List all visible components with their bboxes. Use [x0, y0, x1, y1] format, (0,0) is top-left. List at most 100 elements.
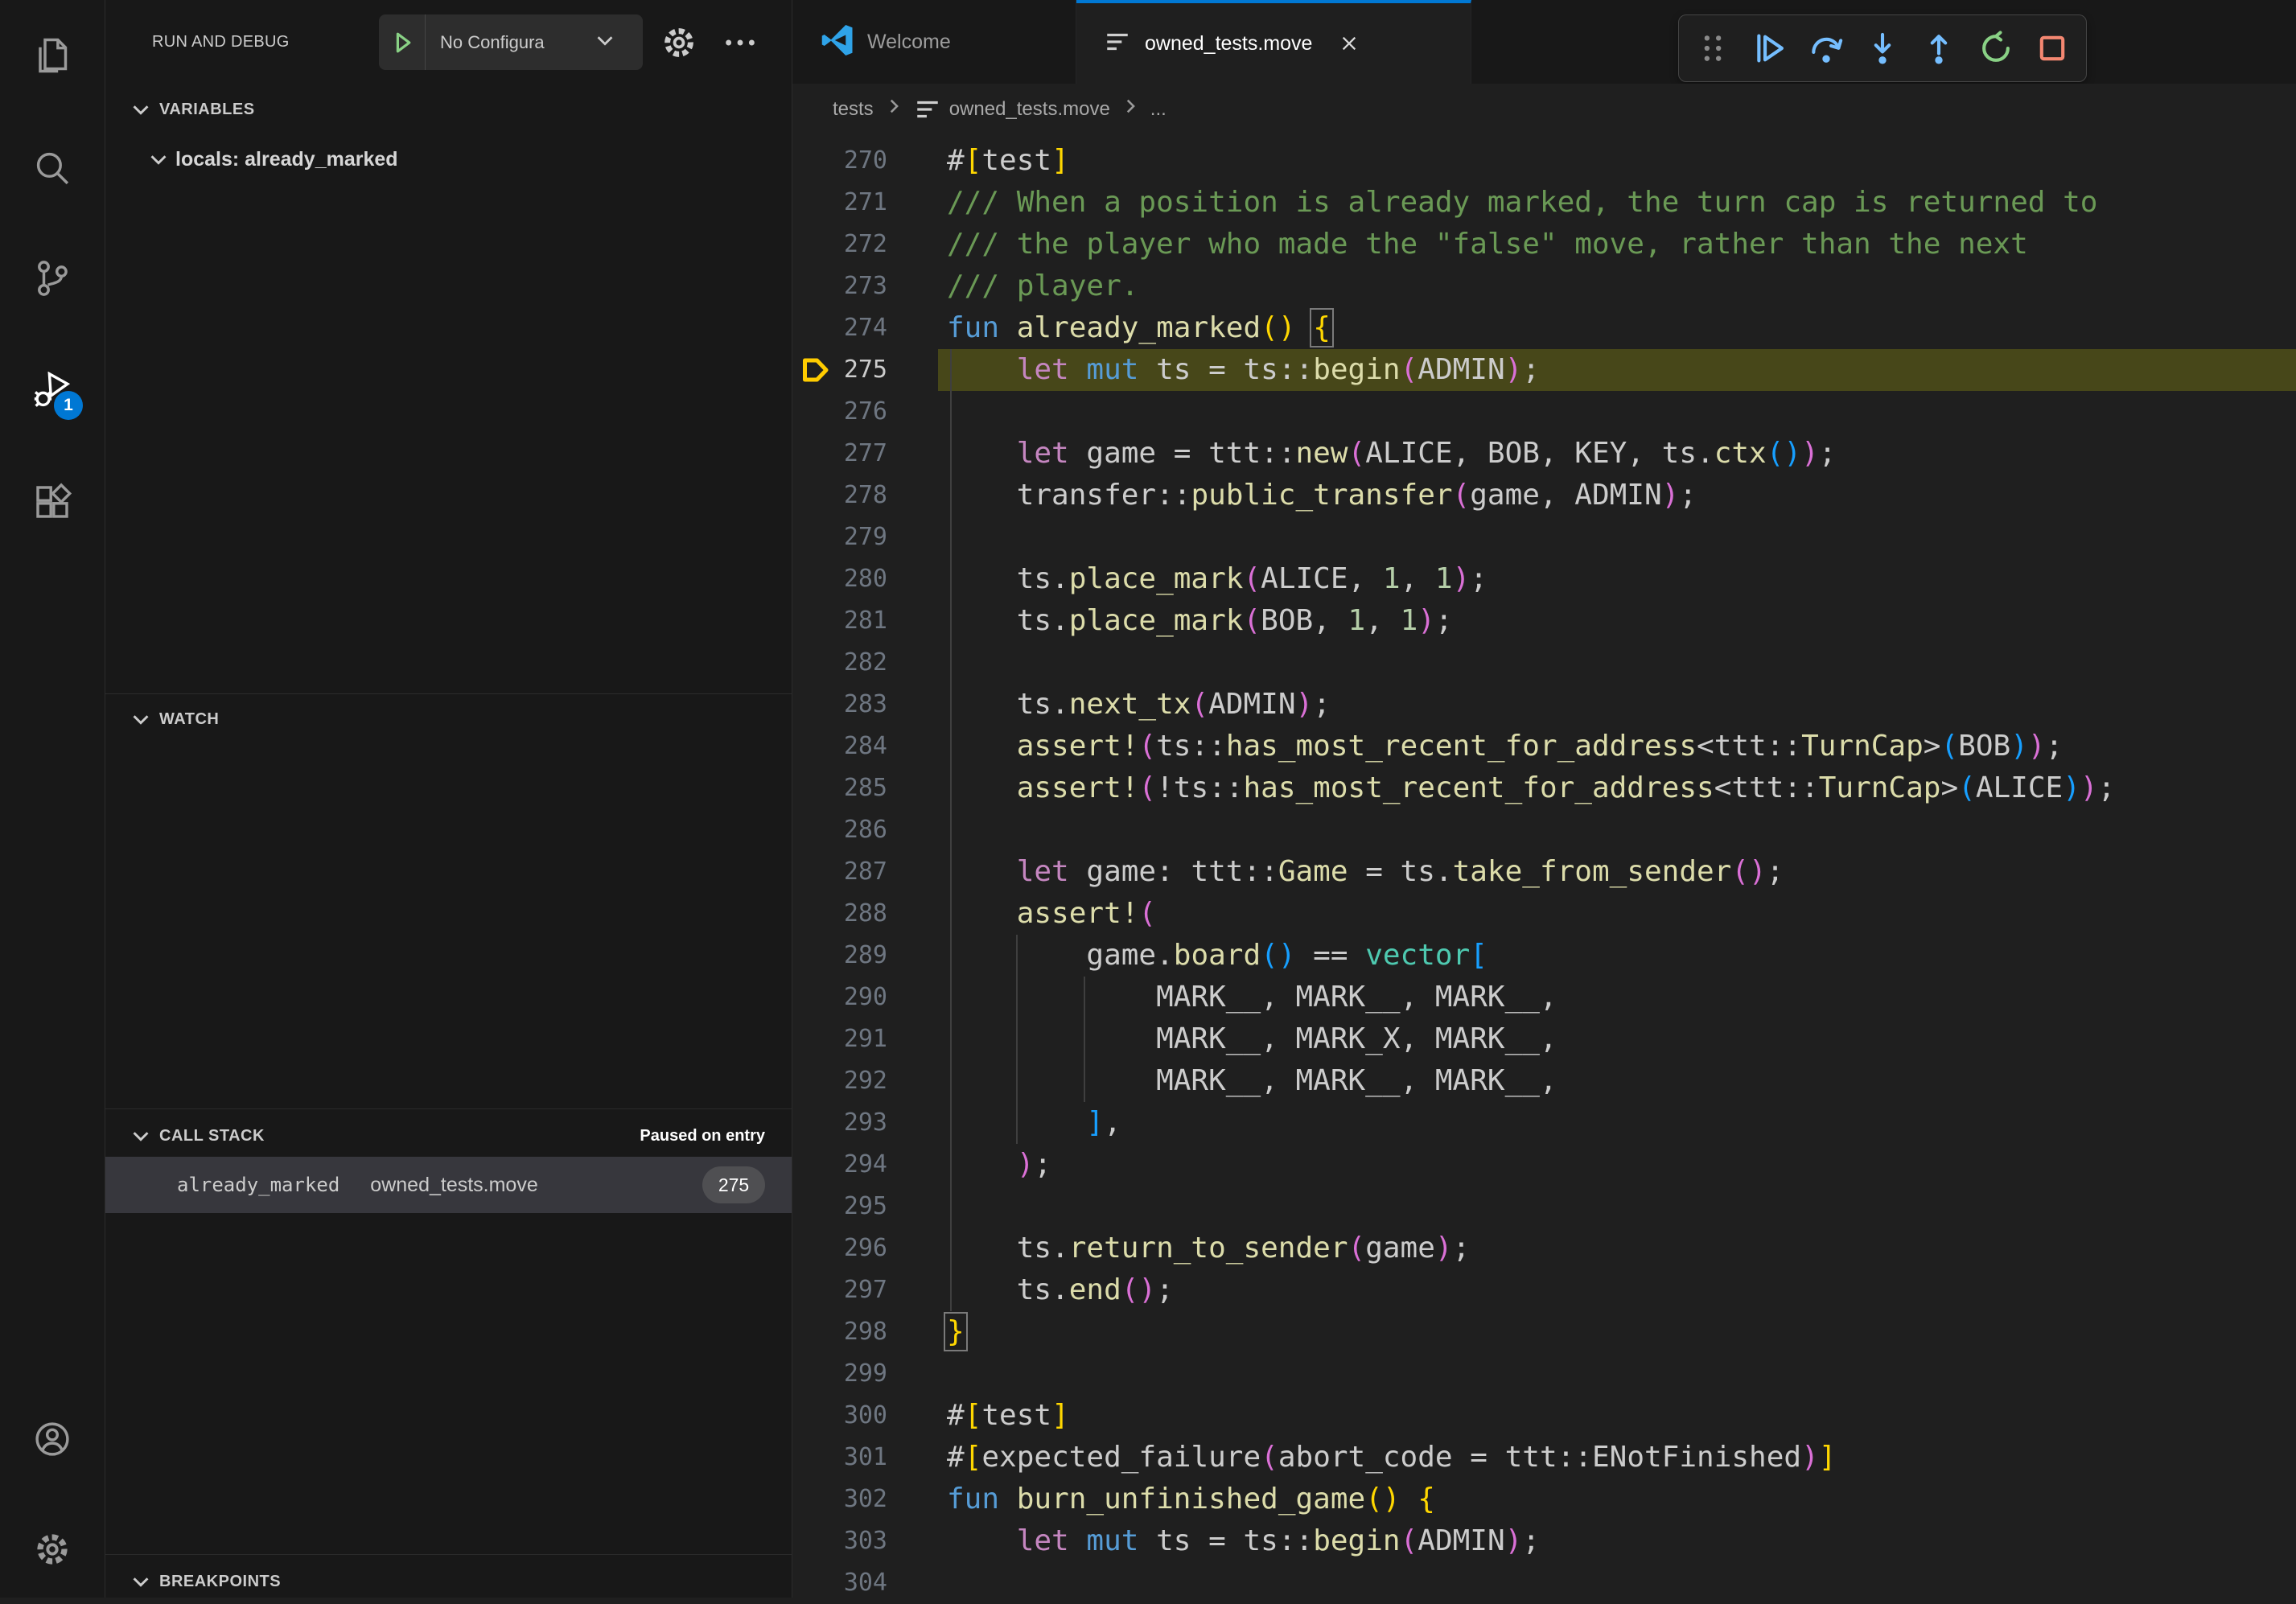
- breakpoint-gutter[interactable]: [792, 851, 828, 893]
- tab-welcome[interactable]: Welcome: [792, 0, 1076, 84]
- code-line[interactable]: 290 MARK__, MARK__, MARK__,: [792, 977, 2296, 1018]
- breakpoint-gutter[interactable]: [792, 516, 828, 558]
- line-number[interactable]: 280: [828, 558, 887, 600]
- tab-owned-tests-move[interactable]: owned_tests.move: [1076, 0, 1471, 84]
- breakpoint-gutter[interactable]: [792, 1520, 828, 1562]
- code-line[interactable]: 271/// When a position is already marked…: [792, 182, 2296, 224]
- current-frame-marker[interactable]: [792, 349, 828, 391]
- line-content[interactable]: MARK__, MARK__, MARK__,: [938, 1060, 2296, 1102]
- restart-button[interactable]: [1975, 27, 2017, 69]
- code-line[interactable]: 275 let mut ts = ts::begin(ADMIN);: [792, 349, 2296, 391]
- line-number[interactable]: 281: [828, 600, 887, 642]
- breakpoint-gutter[interactable]: [792, 1353, 828, 1395]
- code-line[interactable]: 299: [792, 1353, 2296, 1395]
- line-content[interactable]: let game = ttt::new(ALICE, BOB, KEY, ts.…: [938, 433, 2296, 475]
- line-number[interactable]: 302: [828, 1479, 887, 1520]
- watch-section-header[interactable]: WATCH: [105, 698, 792, 740]
- line-content[interactable]: /// player.: [938, 265, 2296, 307]
- breakpoint-gutter[interactable]: [792, 182, 828, 224]
- code-line[interactable]: 274fun already_marked() {: [792, 307, 2296, 349]
- line-content[interactable]: transfer::public_transfer(game, ADMIN);: [938, 475, 2296, 516]
- code-line[interactable]: 289 game.board() == vector[: [792, 935, 2296, 977]
- breakpoint-gutter[interactable]: [792, 140, 828, 182]
- breakpoint-gutter[interactable]: [792, 1269, 828, 1311]
- line-content[interactable]: fun already_marked() {: [938, 307, 2296, 349]
- explorer-icon[interactable]: [33, 36, 72, 75]
- line-number[interactable]: 290: [828, 977, 887, 1018]
- breakpoint-gutter[interactable]: [792, 1437, 828, 1479]
- line-content[interactable]: [938, 809, 2296, 851]
- account-icon[interactable]: [33, 1420, 72, 1458]
- breakpoint-gutter[interactable]: [792, 1228, 828, 1269]
- line-number[interactable]: 284: [828, 726, 887, 767]
- line-number[interactable]: 292: [828, 1060, 887, 1102]
- code-editor[interactable]: 270 #[test]271/// When a position is alre…: [792, 140, 2296, 1604]
- breadcrumb-item-tests[interactable]: tests: [833, 98, 874, 121]
- line-number[interactable]: 304: [828, 1562, 887, 1604]
- breakpoint-gutter[interactable]: [792, 1060, 828, 1102]
- line-content[interactable]: let mut ts = ts::begin(ADMIN);: [938, 1520, 2296, 1562]
- breadcrumb-item-file[interactable]: owned_tests.move: [949, 98, 1110, 121]
- line-number[interactable]: 271: [828, 182, 887, 224]
- line-number[interactable]: 291: [828, 1018, 887, 1060]
- variables-section-header[interactable]: VARIABLES: [105, 88, 792, 130]
- line-content[interactable]: MARK__, MARK_X, MARK__,: [938, 1018, 2296, 1060]
- line-content[interactable]: [938, 1186, 2296, 1228]
- line-content[interactable]: #[test]: [938, 140, 2296, 182]
- line-content[interactable]: assert!(ts::has_most_recent_for_address<…: [938, 726, 2296, 767]
- line-content[interactable]: /// the player who made the "false" move…: [938, 224, 2296, 265]
- code-line[interactable]: 287 let game: ttt::Game = ts.take_from_s…: [792, 851, 2296, 893]
- code-line[interactable]: 270 #[test]: [792, 140, 2296, 182]
- breakpoint-gutter[interactable]: [792, 767, 828, 809]
- line-number[interactable]: 294: [828, 1144, 887, 1186]
- line-content[interactable]: fun burn_unfinished_game() {: [938, 1479, 2296, 1520]
- breakpoint-gutter[interactable]: [792, 224, 828, 265]
- debug-settings-gear-icon[interactable]: [660, 24, 697, 61]
- line-number[interactable]: 296: [828, 1228, 887, 1269]
- line-number[interactable]: 301: [828, 1437, 887, 1479]
- breakpoint-gutter[interactable]: [792, 809, 828, 851]
- line-content[interactable]: assert!(: [938, 893, 2296, 935]
- line-number[interactable]: 289: [828, 935, 887, 977]
- line-content[interactable]: );: [938, 1144, 2296, 1186]
- code-line[interactable]: 279: [792, 516, 2296, 558]
- code-line[interactable]: 288 assert!(: [792, 893, 2296, 935]
- code-line[interactable]: 297 ts.end();: [792, 1269, 2296, 1311]
- toolbar-drag-grip[interactable]: [1692, 27, 1734, 69]
- breakpoint-gutter[interactable]: [792, 265, 828, 307]
- settings-gear-icon[interactable]: [33, 1530, 72, 1569]
- continue-button[interactable]: [1748, 27, 1790, 69]
- code-line[interactable]: 280 ts.place_mark(ALICE, 1, 1);: [792, 558, 2296, 600]
- code-line[interactable]: 301#[expected_failure(abort_code = ttt::…: [792, 1437, 2296, 1479]
- breakpoint-gutter[interactable]: [792, 558, 828, 600]
- code-line[interactable]: 295: [792, 1186, 2296, 1228]
- line-number[interactable]: 285: [828, 767, 887, 809]
- line-content[interactable]: [938, 642, 2296, 684]
- breakpoint-gutter[interactable]: [792, 1144, 828, 1186]
- call-stack-section-header[interactable]: CALL STACK Paused on entry: [105, 1115, 792, 1157]
- code-line[interactable]: 286: [792, 809, 2296, 851]
- line-number[interactable]: 279: [828, 516, 887, 558]
- code-line[interactable]: 284 assert!(ts::has_most_recent_for_addr…: [792, 726, 2296, 767]
- code-line[interactable]: 272/// the player who made the "false" m…: [792, 224, 2296, 265]
- breakpoint-gutter[interactable]: [792, 1311, 828, 1353]
- code-line[interactable]: 304: [792, 1562, 2296, 1604]
- code-line[interactable]: 285 assert!(!ts::has_most_recent_for_add…: [792, 767, 2296, 809]
- line-number[interactable]: 277: [828, 433, 887, 475]
- breakpoints-section-header[interactable]: BREAKPOINTS: [105, 1561, 792, 1602]
- code-line[interactable]: 283 ts.next_tx(ADMIN);: [792, 684, 2296, 726]
- code-line[interactable]: 273 /// player.: [792, 265, 2296, 307]
- line-content[interactable]: ts.next_tx(ADMIN);: [938, 684, 2296, 726]
- line-content[interactable]: let mut ts = ts::begin(ADMIN);: [938, 349, 2296, 391]
- close-tab-icon[interactable]: [1335, 29, 1364, 58]
- line-number[interactable]: 293: [828, 1102, 887, 1144]
- start-debug-icon[interactable]: [379, 14, 426, 70]
- line-content[interactable]: }: [938, 1311, 2296, 1353]
- line-number[interactable]: 270: [828, 140, 887, 182]
- line-content[interactable]: MARK__, MARK__, MARK__,: [938, 977, 2296, 1018]
- line-content[interactable]: assert!(!ts::has_most_recent_for_address…: [938, 767, 2296, 809]
- line-content[interactable]: ts.return_to_sender(game);: [938, 1228, 2296, 1269]
- line-number[interactable]: 273: [828, 265, 887, 307]
- breakpoint-gutter[interactable]: [792, 433, 828, 475]
- code-line[interactable]: 291 MARK__, MARK_X, MARK__,: [792, 1018, 2296, 1060]
